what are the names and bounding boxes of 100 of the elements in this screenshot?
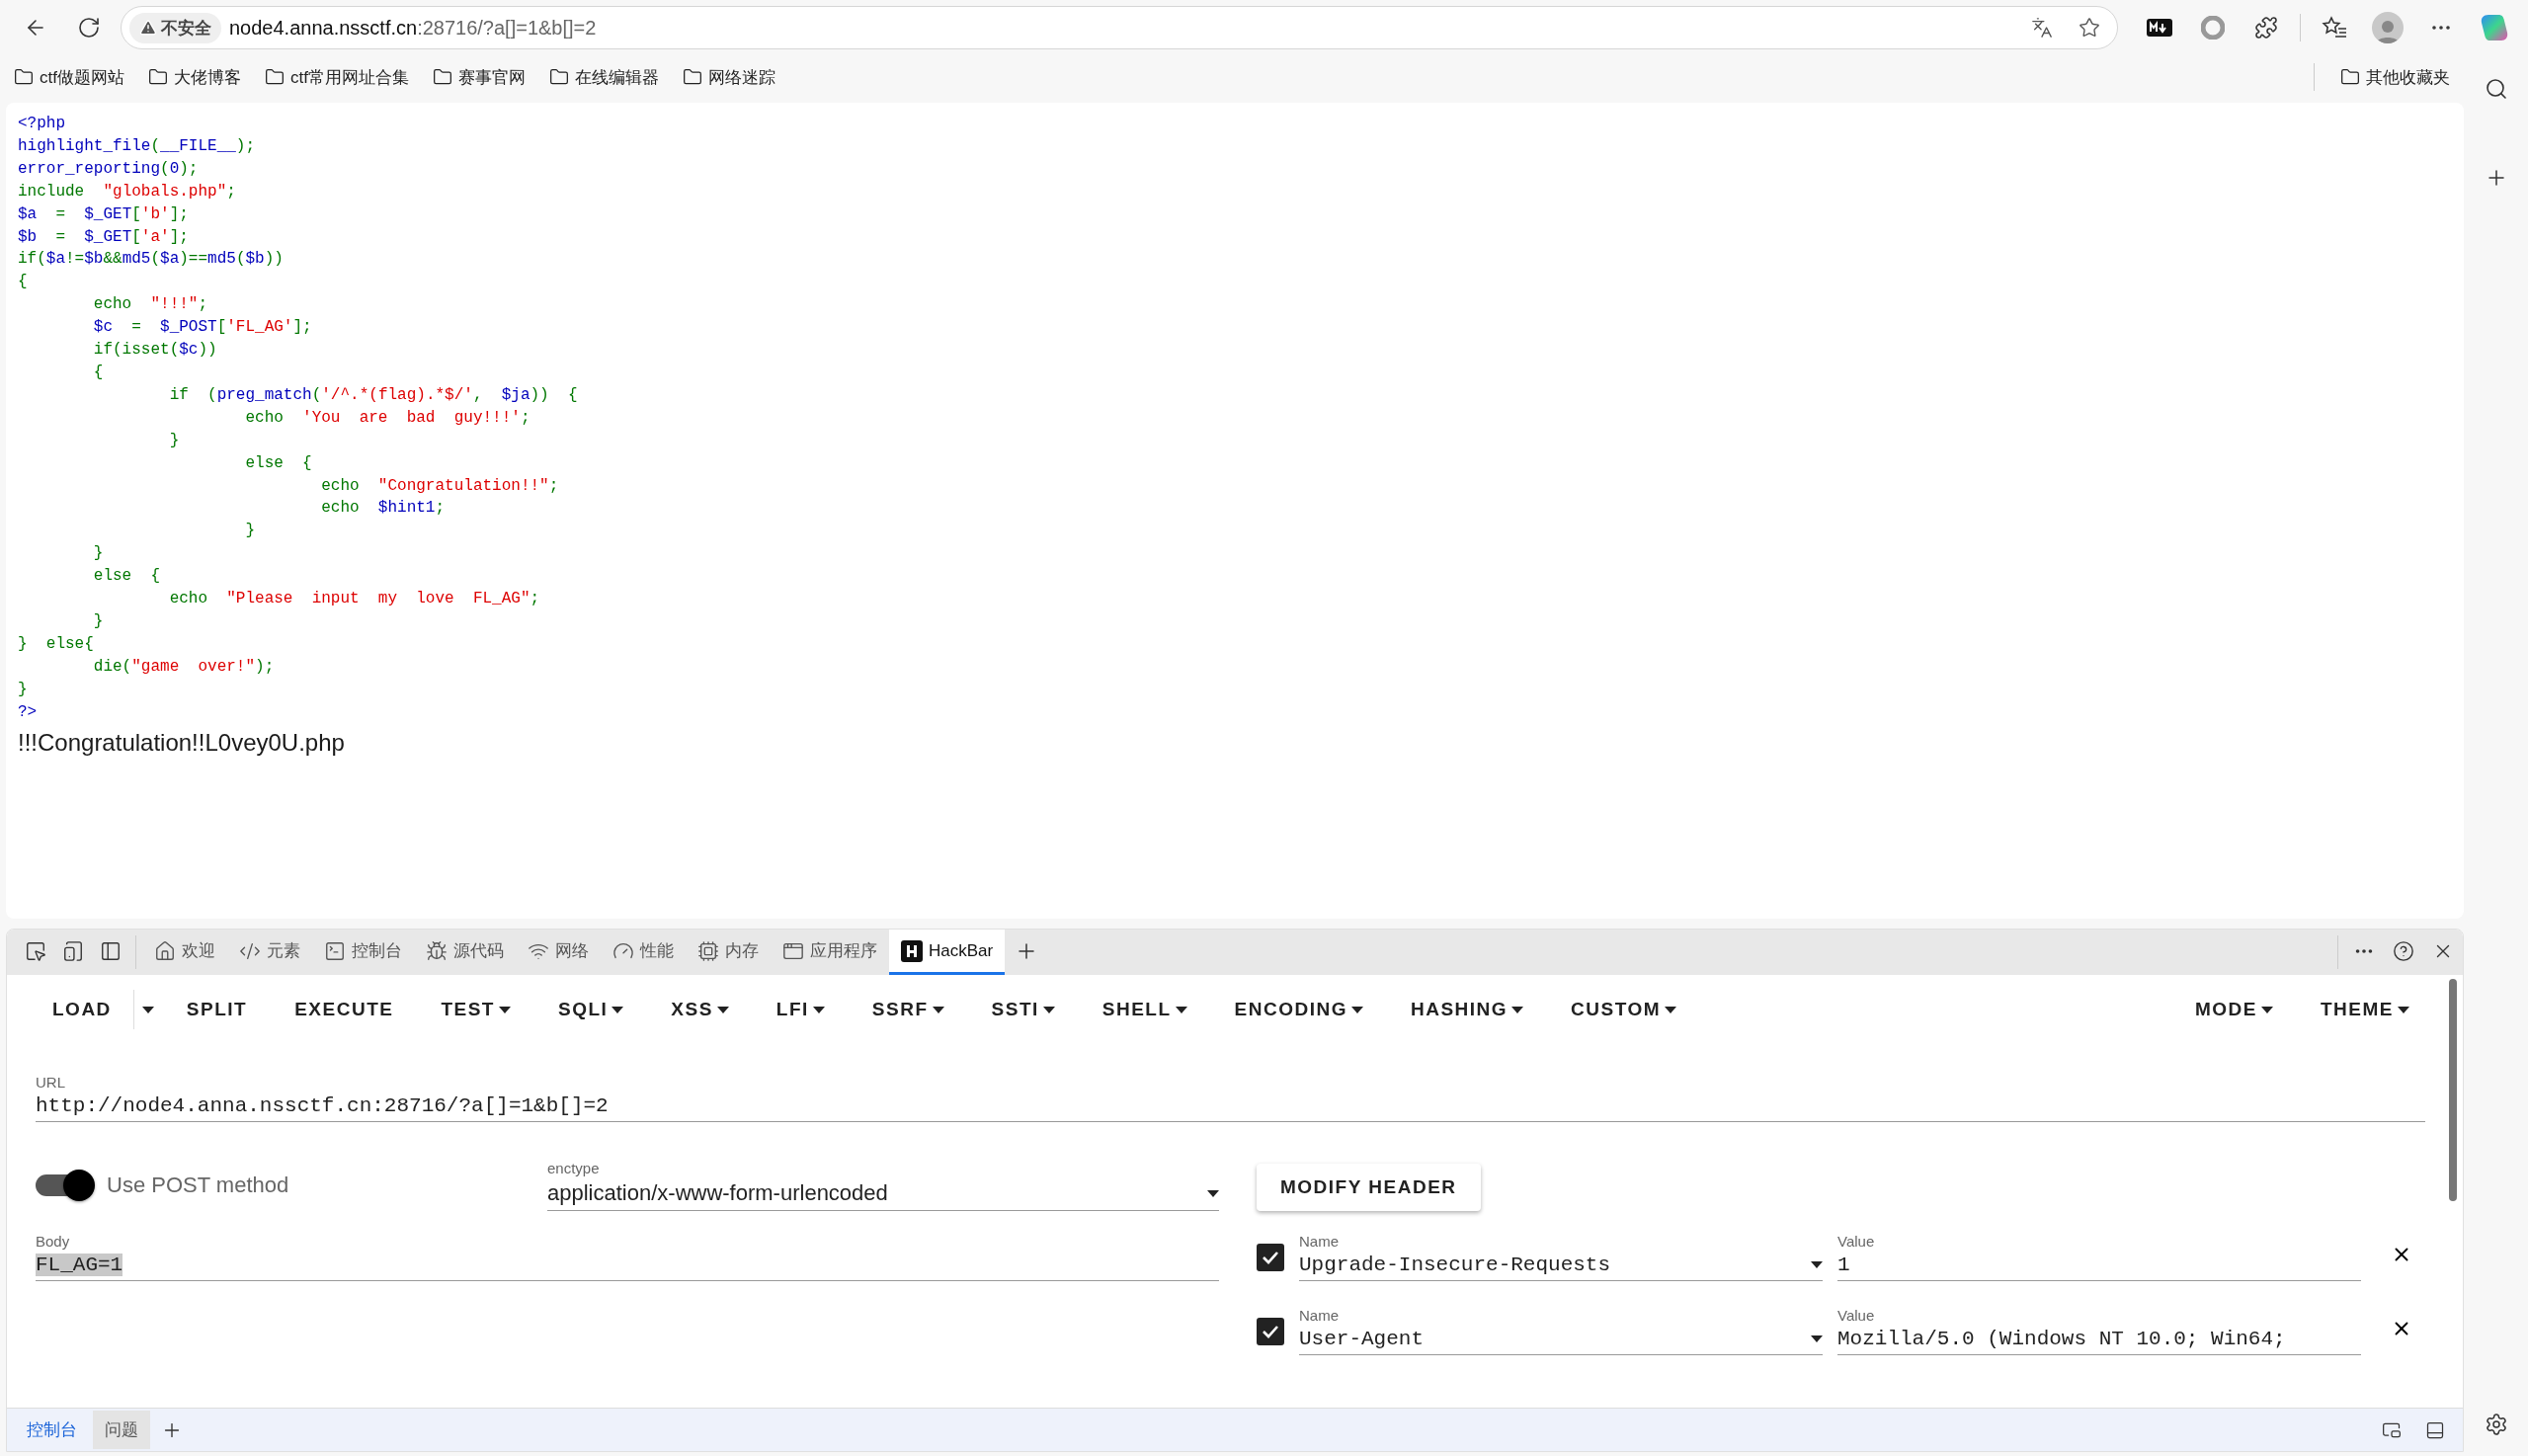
code-line: } bbox=[92, 610, 104, 632]
code-line: { bbox=[92, 362, 104, 383]
code-line: $c = $_POST['FL_AG']; bbox=[92, 317, 312, 339]
security-indicator[interactable]: 不安全 bbox=[129, 12, 221, 43]
chip-icon bbox=[697, 939, 719, 962]
devtools-tab[interactable]: 欢迎 bbox=[142, 930, 227, 975]
translate-icon[interactable] bbox=[2031, 17, 2053, 39]
url-field[interactable]: URL http://node4.anna.nssctf.cn:28716/?a[]=1&b[]=2 bbox=[36, 1074, 2425, 1122]
devtools-tab[interactable]: HackBar bbox=[889, 930, 1006, 975]
output-text: !!!Congratulation!!L0vey0U.php bbox=[18, 729, 345, 758]
code-line: echo "Please input my love FL_AG"; bbox=[168, 589, 540, 610]
menu-button[interactable]: SQLI bbox=[534, 988, 648, 1031]
header-value-field[interactable]: Value 1 bbox=[1837, 1233, 2361, 1281]
checkmark-icon bbox=[1262, 1251, 1279, 1264]
drawer-tab[interactable]: 问题 bbox=[93, 1411, 150, 1449]
enctype-select[interactable]: enctype application/x-www-form-urlencoded bbox=[547, 1160, 1219, 1211]
scrollbar-thumb[interactable] bbox=[2449, 979, 2457, 1201]
menu-button[interactable]: CUSTOM bbox=[1547, 988, 1701, 1031]
bookmark-folder[interactable]: 在线编辑器 bbox=[548, 65, 659, 89]
markdown-icon[interactable] bbox=[2147, 19, 2172, 37]
caret-icon bbox=[2398, 1006, 2409, 1013]
star-icon[interactable] bbox=[2079, 17, 2100, 39]
code-line: highlight_file(__FILE__); bbox=[18, 135, 256, 157]
favorites-icon[interactable] bbox=[2322, 16, 2347, 40]
menu-button[interactable]: LFI bbox=[752, 988, 849, 1031]
caret-icon bbox=[932, 1006, 944, 1013]
code-line: include "globals.php"; bbox=[18, 181, 236, 202]
home-icon bbox=[154, 939, 176, 962]
folder-icon bbox=[682, 67, 702, 87]
code-line: } else{ bbox=[18, 633, 94, 655]
profile-avatar[interactable] bbox=[2372, 12, 2404, 43]
devtools-tab[interactable]: 应用程序 bbox=[771, 930, 889, 975]
terminal-icon bbox=[324, 939, 346, 962]
bookmark-folder[interactable]: 赛事官网 bbox=[432, 65, 526, 89]
menu-button[interactable]: ENCODING bbox=[1210, 988, 1387, 1031]
header-checkbox[interactable] bbox=[1257, 1318, 1284, 1345]
code-line: error_reporting(0); bbox=[18, 158, 199, 180]
code-line: else { bbox=[92, 566, 161, 588]
modify-header-button[interactable]: MODIFY HEADER bbox=[1257, 1164, 1481, 1211]
caret-icon bbox=[1207, 1189, 1219, 1197]
devtools-tab[interactable]: 内存 bbox=[686, 930, 771, 975]
record-icon[interactable] bbox=[2201, 16, 2225, 40]
menu-button[interactable]: SPLIT bbox=[162, 988, 272, 1031]
header-name-field[interactable]: Name User-Agent bbox=[1299, 1307, 1823, 1355]
header-value-field[interactable]: Value Mozilla/5.0 (Windows NT 10.0; Win64; bbox=[1837, 1307, 2361, 1355]
folder-icon bbox=[264, 67, 285, 87]
security-label: 不安全 bbox=[161, 17, 211, 40]
device-icon[interactable] bbox=[62, 940, 84, 962]
header-name-field[interactable]: Name Upgrade-Insecure-Requests bbox=[1299, 1233, 1823, 1281]
panel-icon[interactable] bbox=[100, 940, 122, 962]
caret-icon bbox=[499, 1006, 511, 1013]
menu-button[interactable]: SSRF bbox=[848, 988, 968, 1031]
search-icon[interactable] bbox=[2484, 77, 2508, 101]
h-logo-icon bbox=[901, 939, 923, 962]
menu-button[interactable]: TEST bbox=[417, 988, 534, 1031]
devtools-tab[interactable]: 性能 bbox=[601, 930, 686, 975]
menu-button[interactable]: SHELL bbox=[1078, 988, 1211, 1031]
menu-button[interactable]: MODE bbox=[2171, 988, 2297, 1031]
menu-button[interactable]: SSTI bbox=[967, 988, 1079, 1031]
caret-icon bbox=[1350, 1006, 1363, 1013]
caret-icon bbox=[142, 1006, 155, 1013]
menu-button[interactable]: HASHING bbox=[1386, 988, 1548, 1031]
post-method-toggle[interactable]: Use POST method bbox=[36, 1173, 289, 1198]
bookmark-folder[interactable]: ctf常用网址合集 bbox=[264, 65, 409, 89]
code-line: } bbox=[92, 543, 104, 565]
extensions-icon[interactable] bbox=[2254, 16, 2278, 40]
code-line: echo $hint1; bbox=[320, 498, 446, 520]
menu-button[interactable]: THEME bbox=[2297, 988, 2433, 1031]
devtools-tab[interactable]: 元素 bbox=[227, 930, 312, 975]
code-line: if(isset($c)) bbox=[92, 340, 217, 362]
menu-button[interactable]: EXECUTE bbox=[271, 988, 418, 1031]
devtools-tab[interactable]: 控制台 bbox=[312, 930, 414, 975]
assistant-logo-icon[interactable] bbox=[2480, 13, 2509, 42]
bookmark-folder[interactable]: 大佬博客 bbox=[147, 65, 241, 89]
address-bar[interactable]: 不安全 node4.anna.nssctf.cn:28716/?a[]=1&b[]=2 bbox=[121, 6, 2118, 49]
devtools-tab[interactable]: 网络 bbox=[516, 930, 601, 975]
caret-icon bbox=[2261, 1006, 2273, 1013]
bookmark-folder[interactable]: ctf做题网站 bbox=[14, 65, 124, 89]
help-icon[interactable] bbox=[2393, 940, 2414, 962]
reload-button[interactable] bbox=[77, 16, 101, 40]
code-line: <?php bbox=[18, 114, 65, 134]
code-line: } bbox=[18, 679, 28, 700]
code-line: { bbox=[18, 272, 28, 293]
code-line: } bbox=[168, 430, 180, 451]
bookmark-folder[interactable]: 其他收藏夹 bbox=[2340, 65, 2450, 89]
folder-icon bbox=[432, 67, 452, 87]
menu-button[interactable]: XSS bbox=[647, 988, 753, 1031]
code-line: if (preg_match('/^.*(flag).*$/', $ja)) { bbox=[168, 384, 578, 406]
folder-icon bbox=[147, 67, 168, 87]
settings-icon[interactable] bbox=[2484, 1413, 2508, 1436]
caret-icon bbox=[1811, 1261, 1823, 1268]
menu-button[interactable]: LOAD bbox=[31, 988, 133, 1031]
panel-icon[interactable] bbox=[2425, 1419, 2445, 1440]
body-field[interactable]: Body FL_AG=1 bbox=[36, 1233, 1219, 1281]
header-checkbox[interactable] bbox=[1257, 1244, 1284, 1271]
inspect-icon[interactable] bbox=[25, 940, 46, 962]
code-line: echo 'You are bad guy!!!'; bbox=[244, 407, 530, 429]
bookmark-folder[interactable]: 网络迷踪 bbox=[682, 65, 775, 89]
devtools-tab[interactable]: 源代码 bbox=[414, 930, 516, 975]
code-line: if($a!=$b&&md5($a)==md5($b)) bbox=[18, 249, 284, 271]
